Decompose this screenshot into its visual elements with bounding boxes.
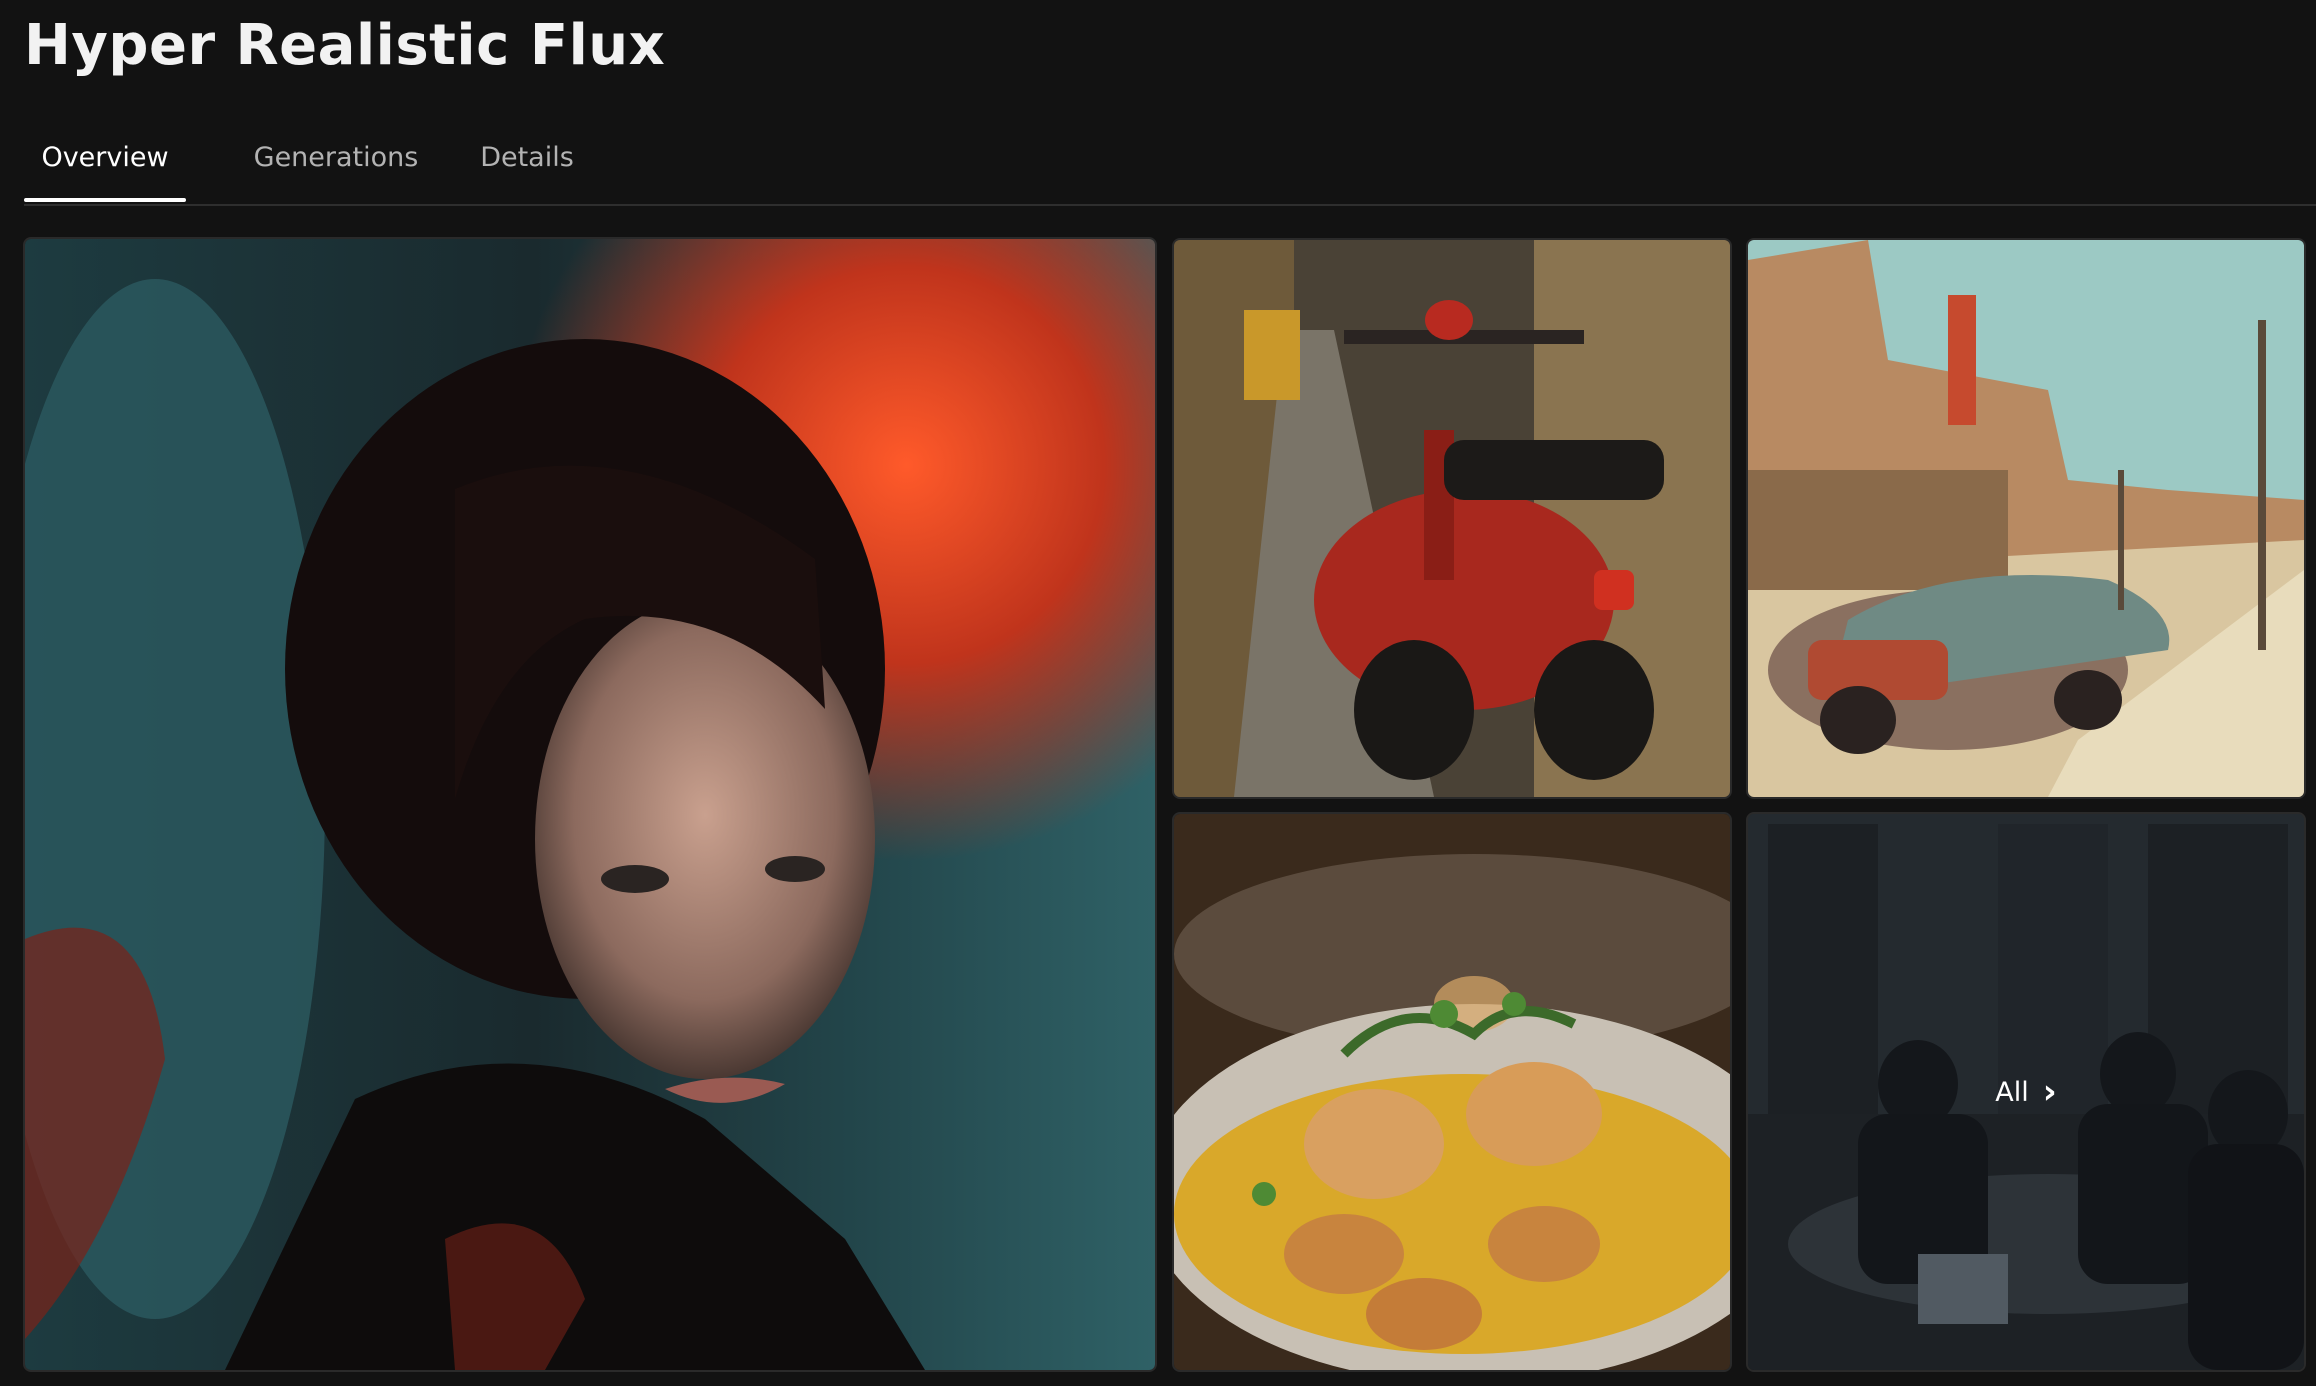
- gallery-image-scooter[interactable]: [1172, 238, 1732, 799]
- scooter-image: [1174, 240, 1730, 797]
- chevron-right-icon: ›: [2042, 1071, 2057, 1112]
- vintage-car-image: [1748, 240, 2304, 797]
- active-tab-indicator: [24, 198, 186, 202]
- tab-details[interactable]: Details: [452, 120, 602, 204]
- woman-portrait-image: [25, 239, 1155, 1370]
- gallery-image-scallops[interactable]: [1172, 812, 1732, 1372]
- gallery-image-portrait[interactable]: [23, 237, 1157, 1372]
- scallops-image: [1174, 814, 1730, 1370]
- model-page: Hyper Realistic Flux Overview Generation…: [0, 0, 2316, 1386]
- view-all-label: All: [1995, 1076, 2029, 1108]
- gallery-view-all[interactable]: All ›: [1746, 812, 2306, 1372]
- tab-bar: Overview Generations Details: [24, 120, 2316, 206]
- page-title: Hyper Realistic Flux: [24, 13, 666, 78]
- view-all-overlay[interactable]: All ›: [1748, 814, 2304, 1370]
- gallery-image-car[interactable]: [1746, 238, 2306, 799]
- tab-generations[interactable]: Generations: [224, 120, 448, 204]
- tab-overview[interactable]: Overview: [24, 120, 186, 204]
